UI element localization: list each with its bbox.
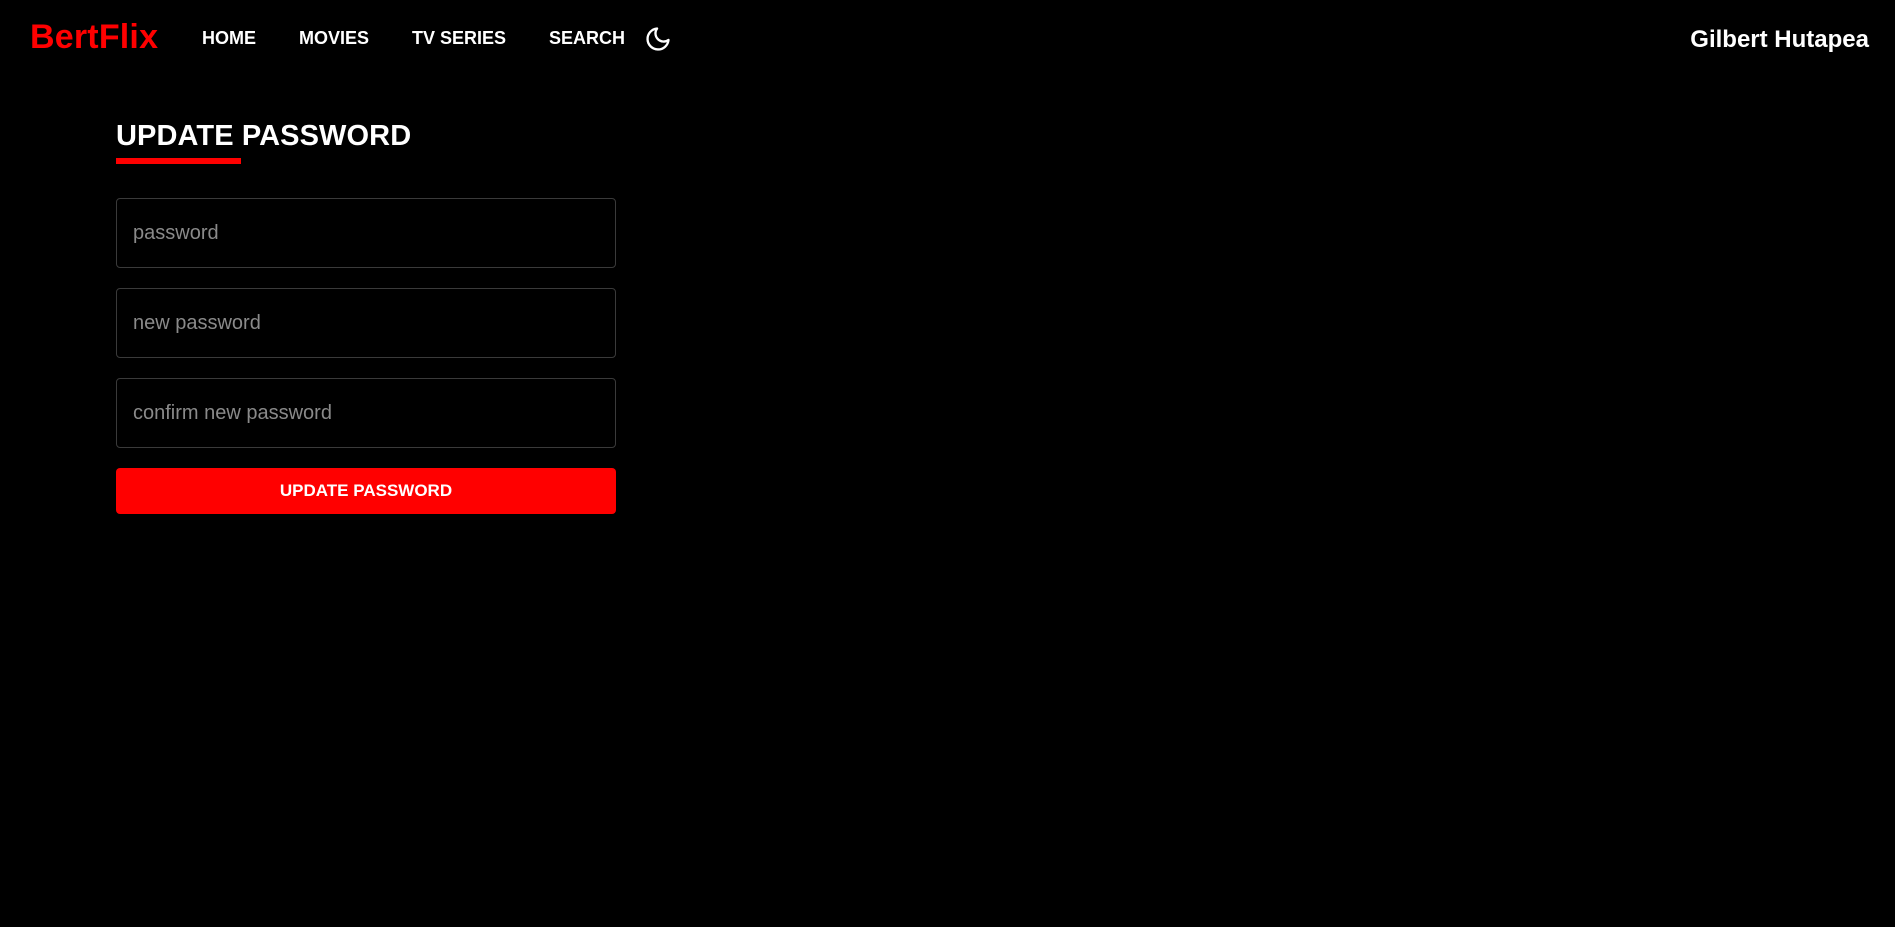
nav-item-home[interactable]: HOME — [202, 28, 256, 49]
main-nav: HOME MOVIES TV SERIES SEARCH — [202, 28, 668, 49]
nav-item-tv-series[interactable]: TV SERIES — [412, 28, 506, 49]
page-title: UPDATE PASSWORD — [116, 120, 412, 152]
new-password-input[interactable] — [116, 288, 616, 358]
update-password-form: UPDATE PASSWORD — [116, 198, 616, 514]
top-navbar: BertFlix HOME MOVIES TV SERIES SEARCH Gi… — [0, 0, 1895, 78]
nav-item-movies[interactable]: MOVIES — [299, 28, 369, 49]
password-input[interactable] — [116, 198, 616, 268]
user-name[interactable]: Gilbert Hutapea — [1690, 26, 1869, 54]
update-password-section: UPDATE PASSWORD UPDATE PASSWORD — [116, 120, 616, 514]
confirm-new-password-input[interactable] — [116, 378, 616, 448]
brand-logo[interactable]: BertFlix — [30, 18, 158, 57]
update-password-button[interactable]: UPDATE PASSWORD — [116, 468, 616, 514]
title-underline — [116, 158, 241, 164]
moon-icon[interactable] — [644, 25, 672, 53]
nav-item-search[interactable]: SEARCH — [549, 28, 625, 49]
